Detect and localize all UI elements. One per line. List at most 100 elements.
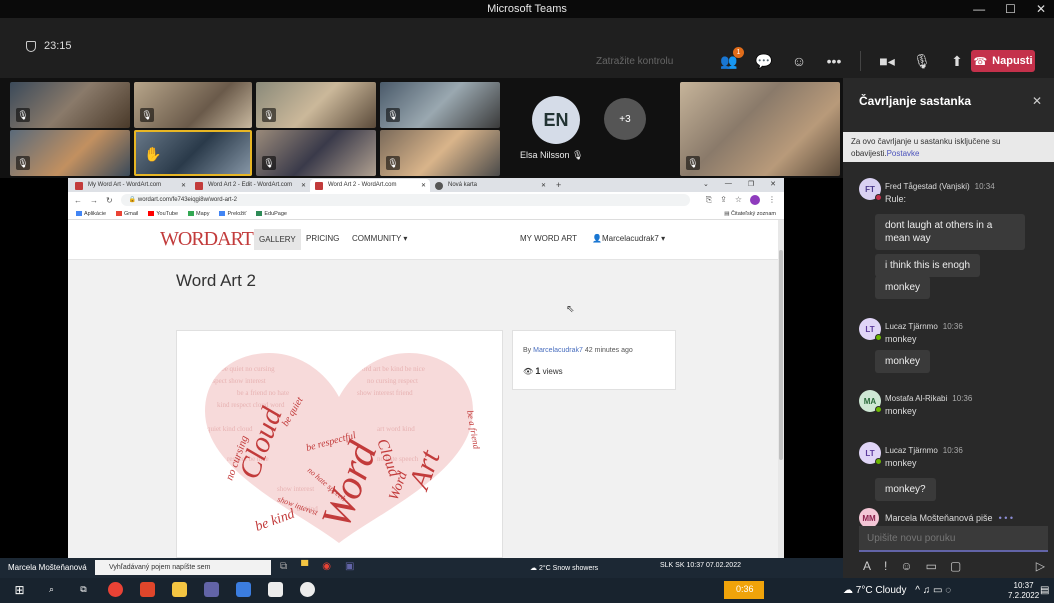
teams-icon[interactable] bbox=[204, 582, 219, 597]
maximize-icon[interactable]: ❐ bbox=[748, 180, 754, 188]
settings-link[interactable]: Postavke bbox=[887, 149, 920, 158]
file-explorer-icon[interactable] bbox=[172, 582, 187, 597]
chevron-down-icon[interactable]: ⌄ bbox=[703, 180, 709, 188]
camera-icon[interactable]: ■◂ bbox=[878, 53, 896, 69]
scrollbar-thumb[interactable] bbox=[779, 250, 783, 460]
chat-message-input[interactable] bbox=[859, 526, 1048, 552]
minimize-icon[interactable]: — bbox=[973, 2, 985, 16]
raised-hand-icon: ✋ bbox=[144, 146, 162, 162]
typing-dots-icon: • • • bbox=[998, 513, 1014, 523]
format-icon[interactable]: A bbox=[863, 559, 871, 573]
reading-list[interactable]: ▤ Čitateľský zoznam bbox=[724, 211, 776, 217]
reload-icon[interactable]: ↻ bbox=[106, 196, 113, 205]
browser-tab-active[interactable]: Word Art 2 - WordArt.com ✕ bbox=[310, 179, 430, 192]
close-tab-icon[interactable]: ✕ bbox=[181, 182, 186, 189]
send-icon[interactable]: ▷ bbox=[1036, 559, 1045, 573]
close-window-icon[interactable]: ✕ bbox=[1036, 2, 1046, 16]
share-screen-icon[interactable]: ⬆ bbox=[948, 53, 966, 69]
participants-icon[interactable]: 👥 1 bbox=[720, 47, 744, 69]
close-tab-icon[interactable]: ✕ bbox=[301, 182, 306, 189]
notification-icon[interactable]: ▤ bbox=[1040, 585, 1049, 596]
os-weather[interactable]: ☁ 7°C Cloudy ^ ♫ ▭ ◌ bbox=[843, 585, 951, 596]
gif-icon[interactable]: ▭ bbox=[926, 559, 937, 573]
nav-community[interactable]: COMMUNITY ▾ bbox=[352, 234, 407, 243]
os-clock[interactable]: 10:37 7.2.2022 bbox=[1008, 581, 1039, 601]
nav-user-menu[interactable]: 👤Marcelacudrak7 ▾ bbox=[592, 234, 665, 243]
video-tile[interactable]: 🎙 bbox=[256, 130, 376, 176]
close-tab-icon[interactable]: ✕ bbox=[541, 182, 546, 189]
translate-icon[interactable]: ⎘ bbox=[706, 195, 712, 205]
recording-time: 0:36 bbox=[736, 584, 754, 594]
more-participants[interactable]: +3 bbox=[604, 98, 646, 140]
avatar[interactable]: EN bbox=[532, 96, 580, 144]
windows-start-icon[interactable]: ⊞ bbox=[12, 582, 27, 597]
attach-icon[interactable]: ! bbox=[884, 559, 887, 573]
video-tile[interactable]: 🎙 bbox=[380, 130, 500, 176]
browser-tab[interactable]: Nová karta ✕ bbox=[430, 179, 550, 192]
taskbar-apps: ⊞ ⌕ ⧉ bbox=[12, 582, 315, 597]
profile-avatar[interactable] bbox=[750, 195, 760, 205]
os-taskbar: ⊞ ⌕ ⧉ 0:36 ☁ 7°C Cloudy ^ ♫ ▭ ◌ 10:37 7.… bbox=[0, 578, 1054, 603]
app-icon[interactable] bbox=[268, 582, 283, 597]
video-tile[interactable]: 🎙 bbox=[10, 82, 130, 128]
wordart-logo[interactable]: WORDART bbox=[160, 228, 254, 251]
nav-my-word-art[interactable]: MY WORD ART bbox=[520, 234, 577, 243]
video-tile[interactable]: 🎙 bbox=[380, 82, 500, 128]
reactions-icon[interactable]: ☺ bbox=[790, 53, 808, 69]
word-cloud-card[interactable]: kind be quiet no cursing respect show in… bbox=[176, 330, 503, 558]
back-icon[interactable]: ← bbox=[74, 196, 82, 205]
sticker-icon[interactable]: ▢ bbox=[950, 559, 961, 573]
teams-title-bar: Microsoft Teams — ☐ ✕ bbox=[0, 0, 1054, 18]
maximize-icon[interactable]: ☐ bbox=[1005, 2, 1016, 16]
browser-tab[interactable]: My Word Art - WordArt.com ✕ bbox=[70, 179, 190, 192]
app-title: Microsoft Teams bbox=[487, 3, 567, 15]
request-control-button[interactable]: Zatražite kontrolu bbox=[596, 56, 673, 67]
wordart-favicon bbox=[195, 182, 203, 190]
wordart-page: WORDART GALLERY PRICING COMMUNITY ▾ MY W… bbox=[68, 220, 778, 558]
shared-screen-taskbar: Marcela Mošteňanová Vyhľadávaný pojem na… bbox=[0, 558, 843, 578]
shared-weather: ☁ 2°C Snow showers bbox=[530, 565, 599, 572]
task-view-icon[interactable]: ⧉ bbox=[76, 582, 91, 597]
close-chat-icon[interactable]: ✕ bbox=[1032, 94, 1042, 108]
app-icon[interactable] bbox=[236, 582, 251, 597]
mic-muted-icon[interactable]: 🎙 bbox=[913, 53, 931, 69]
chrome-icon: ◉ bbox=[322, 561, 331, 572]
browser-extensions: ⎘ ⇪ ☆ ⋮ bbox=[706, 195, 776, 205]
chat-icon[interactable]: 💬 bbox=[755, 53, 773, 69]
browser-tab[interactable]: Word Art 2 - Edit - WordArt.com ✕ bbox=[190, 179, 310, 192]
record-icon[interactable] bbox=[300, 582, 315, 597]
close-window-icon[interactable]: ✕ bbox=[770, 180, 776, 188]
share-icon[interactable]: ⇪ bbox=[720, 195, 727, 205]
video-tile-hand-raised[interactable]: ✋ bbox=[134, 130, 252, 176]
more-actions-icon[interactable]: ••• bbox=[825, 53, 843, 69]
bookmark-apps[interactable]: Aplikácie bbox=[76, 211, 106, 217]
bookmark-edupage[interactable]: EduPage bbox=[256, 211, 287, 217]
minimize-icon[interactable]: — bbox=[725, 180, 732, 188]
bookmark-translate[interactable]: Preložiť bbox=[219, 211, 246, 217]
participants-badge: 1 bbox=[733, 47, 744, 58]
app-icon[interactable] bbox=[140, 582, 155, 597]
nav-pricing[interactable]: PRICING bbox=[306, 234, 339, 243]
close-tab-icon[interactable]: ✕ bbox=[421, 182, 426, 189]
mouse-cursor-icon: ⇖ bbox=[566, 304, 575, 315]
nav-gallery[interactable]: GALLERY bbox=[254, 229, 301, 250]
forward-icon[interactable]: → bbox=[90, 196, 98, 205]
page-scrollbar[interactable] bbox=[778, 220, 784, 558]
search-icon[interactable]: ⌕ bbox=[44, 582, 59, 597]
bookmark-youtube[interactable]: YouTube bbox=[148, 211, 178, 217]
emoji-icon[interactable]: ☺ bbox=[900, 559, 912, 573]
bookmark-maps[interactable]: Mapy bbox=[188, 211, 209, 217]
bookmark-gmail[interactable]: Gmail bbox=[116, 211, 138, 217]
chrome-icon[interactable] bbox=[108, 582, 123, 597]
new-tab-button[interactable]: + bbox=[556, 180, 561, 192]
video-tile[interactable]: 🎙 bbox=[10, 130, 130, 176]
video-tile[interactable]: 🎙 bbox=[134, 82, 252, 128]
menu-dots-icon[interactable]: ⋮ bbox=[768, 195, 776, 205]
author-link[interactable]: Marcelacudrak7 bbox=[533, 347, 583, 354]
video-tile[interactable]: 🎙 bbox=[680, 82, 840, 176]
leave-button[interactable]: ☎ Napusti bbox=[971, 50, 1035, 72]
url-input[interactable]: 🔒 wordart.com/fe743eiqgi8w/word-art-2 bbox=[120, 194, 690, 206]
video-tile[interactable]: 🎙 bbox=[256, 82, 376, 128]
message-text: monkey bbox=[885, 334, 917, 344]
star-icon[interactable]: ☆ bbox=[735, 195, 742, 205]
